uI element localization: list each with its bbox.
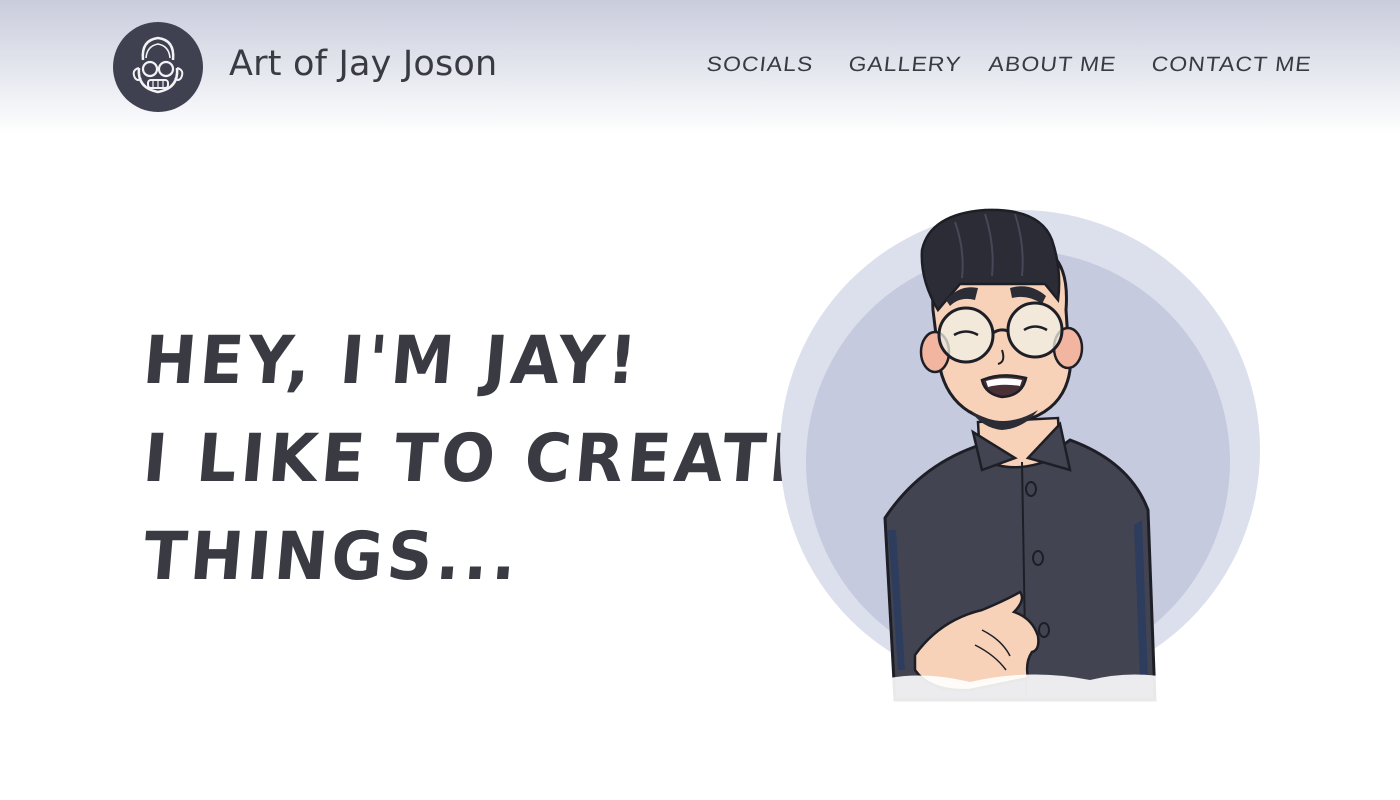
hero-heading-line-3: THINGS... (140, 518, 524, 595)
nav-socials[interactable]: SOCIALS (705, 52, 815, 76)
nav-contact-me[interactable]: CONTACT ME (1150, 52, 1313, 76)
hero-heading-line-1: HEY, I'M JAY! (140, 322, 644, 399)
site-header: Art of Jay Joson SOCIALS GALLERY ABOUT M… (0, 0, 1400, 134)
nav-gallery[interactable]: GALLERY (847, 52, 963, 76)
nav-about-me[interactable]: ABOUT ME (987, 52, 1118, 76)
cartoon-face-logo-icon[interactable] (113, 22, 203, 112)
cartoon-self-portrait-illustration (770, 200, 1280, 720)
site-title[interactable]: Art of Jay Joson (229, 44, 497, 84)
hero-heading-line-2: I LIKE TO CREATE (140, 420, 820, 497)
